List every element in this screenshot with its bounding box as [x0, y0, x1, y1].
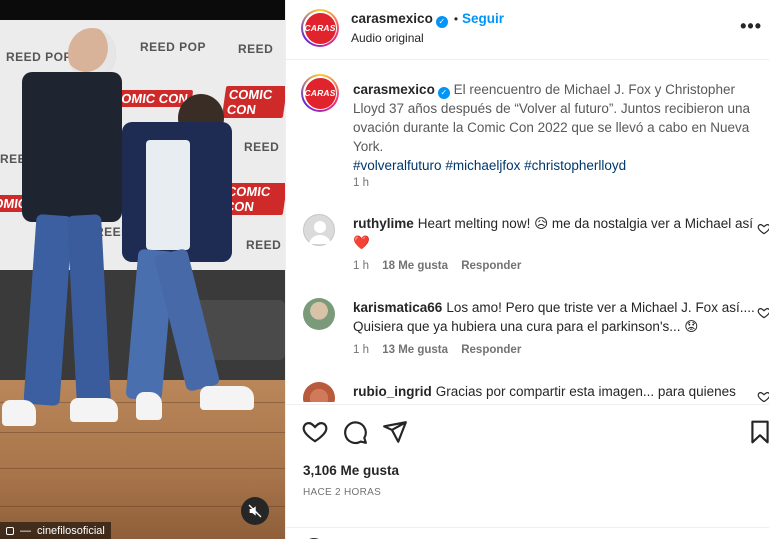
- post-media-video[interactable]: REED POP REED POP REED REED REED REED RE…: [0, 0, 285, 539]
- post-caption: CARAS carasmexico ✓ El reencuentro de Mic…: [301, 74, 763, 194]
- author-avatar[interactable]: CARAS: [301, 9, 339, 47]
- comment-likes[interactable]: 18 Me gusta: [382, 260, 448, 272]
- backdrop-logo: REED POP: [6, 50, 73, 64]
- bookmark-icon[interactable]: [747, 419, 769, 445]
- backdrop-comiccon-logo: COMIC CON: [221, 86, 285, 118]
- caption-username[interactable]: carasmexico: [353, 82, 435, 97]
- verified-badge-icon: ✓: [437, 86, 450, 99]
- reels-icon: [6, 526, 14, 535]
- backdrop-logo: REED: [244, 140, 280, 154]
- comment-body: karismatica66 Los amo! Pero que triste ve…: [353, 298, 763, 336]
- comment-like-heart-icon[interactable]: [757, 390, 769, 402]
- hashtag-link[interactable]: #christopherlloyd: [524, 158, 626, 173]
- header-separator: •: [453, 12, 459, 26]
- post-timestamp[interactable]: HACE 2 HORAS: [303, 487, 381, 498]
- avatar-ring-inner: CARAS: [303, 76, 337, 110]
- comment-username[interactable]: rubio_ingrid: [353, 384, 432, 399]
- person-right-shoe: [136, 392, 162, 420]
- comment-like-heart-icon[interactable]: [757, 306, 769, 320]
- comment-like-heart-icon[interactable]: [757, 222, 769, 236]
- comment-item: rubio_ingrid Gracias por compartir esta i…: [303, 382, 769, 402]
- audio-link[interactable]: Audio original: [351, 31, 424, 45]
- mute-toggle-button[interactable]: [241, 497, 269, 525]
- header-author-line: carasmexico ✓ • Seguir: [351, 10, 504, 28]
- avatar-ring-inner: CARAS: [303, 11, 337, 45]
- more-options-button[interactable]: •••: [740, 16, 762, 37]
- hashtag-link[interactable]: #volveralfuturo: [353, 158, 442, 173]
- speaker-muted-icon: [248, 504, 262, 518]
- comment-body: rubio_ingrid Gracias por compartir esta i…: [353, 382, 763, 401]
- video-watermark: — cinefilosoficial: [0, 522, 111, 539]
- follow-button[interactable]: Seguir: [462, 11, 504, 26]
- comment-username[interactable]: ruthylime: [353, 216, 414, 231]
- comment-avatar[interactable]: [303, 298, 335, 330]
- caption-time[interactable]: 1 h: [353, 177, 369, 189]
- comment-meta: 1 h 13 Me gusta Responder: [353, 344, 531, 356]
- comment-item: ruthylime Heart melting now! 😥 me da nost…: [303, 214, 769, 284]
- video-top-strip: [0, 0, 285, 20]
- reply-button[interactable]: Responder: [461, 260, 521, 272]
- watermark-dash: —: [20, 524, 31, 537]
- verified-badge-icon: ✓: [435, 15, 448, 28]
- backdrop-logo: REED POP: [140, 40, 207, 54]
- author-username[interactable]: carasmexico: [351, 11, 433, 26]
- reply-button[interactable]: Responder: [461, 344, 521, 356]
- comment-time[interactable]: 1 h: [353, 344, 369, 356]
- caption-author-avatar[interactable]: CARAS: [301, 74, 339, 112]
- hashtag-link[interactable]: #michaeljfox: [445, 158, 520, 173]
- floor-plank-line: [0, 432, 285, 433]
- comment-item: karismatica66 Los amo! Pero que triste ve…: [303, 298, 769, 368]
- comment-likes[interactable]: 13 Me gusta: [382, 344, 448, 356]
- default-avatar-icon: [309, 221, 331, 244]
- backdrop-logo: REED: [246, 238, 282, 252]
- caption-hashtags: #volveralfuturo #michaeljfox #christophe…: [353, 156, 763, 175]
- likes-count[interactable]: 3,106 Me gusta: [303, 463, 399, 478]
- comment-bubble-icon[interactable]: [342, 419, 368, 445]
- comment-body: ruthylime Heart melting now! 😥 me da nost…: [353, 214, 763, 252]
- caras-logo: CARAS: [304, 77, 336, 109]
- comment-avatar[interactable]: [303, 382, 335, 402]
- comments-list[interactable]: CARAS carasmexico ✓ El reencuentro de Mic…: [286, 61, 769, 402]
- floor-plank-line: [0, 468, 285, 469]
- heart-icon[interactable]: [302, 419, 328, 445]
- comment-text: Gracias por compartir esta imagen... par…: [435, 384, 736, 399]
- caption-meta: 1 h: [353, 177, 379, 189]
- post-panel: CARAS carasmexico ✓ • Seguir Audio original…: [285, 0, 769, 539]
- backdrop-logo: REED: [238, 42, 274, 56]
- paper-plane-icon[interactable]: [382, 419, 408, 445]
- post-header: CARAS carasmexico ✓ • Seguir Audio original…: [286, 0, 769, 60]
- add-comment-bar[interactable]: [286, 527, 769, 539]
- caras-logo: CARAS: [304, 12, 336, 44]
- post-actions: 3,106 Me gusta HACE 2 HORAS: [286, 404, 769, 539]
- comment-time[interactable]: 1 h: [353, 260, 369, 272]
- person-right-shoe: [200, 386, 254, 410]
- caption-body: carasmexico ✓ El reencuentro de Michael J…: [353, 80, 763, 175]
- comment-avatar-default[interactable]: [303, 214, 335, 246]
- comment-username[interactable]: karismatica66: [353, 300, 442, 315]
- person-left-shoe: [2, 400, 36, 426]
- watermark-text: cinefilosoficial: [37, 524, 105, 537]
- comment-meta: 1 h 18 Me gusta Responder: [353, 260, 531, 272]
- person-left-shoe: [70, 398, 118, 422]
- person-left-jacket: [22, 72, 122, 222]
- person-right-tshirt: [146, 140, 190, 250]
